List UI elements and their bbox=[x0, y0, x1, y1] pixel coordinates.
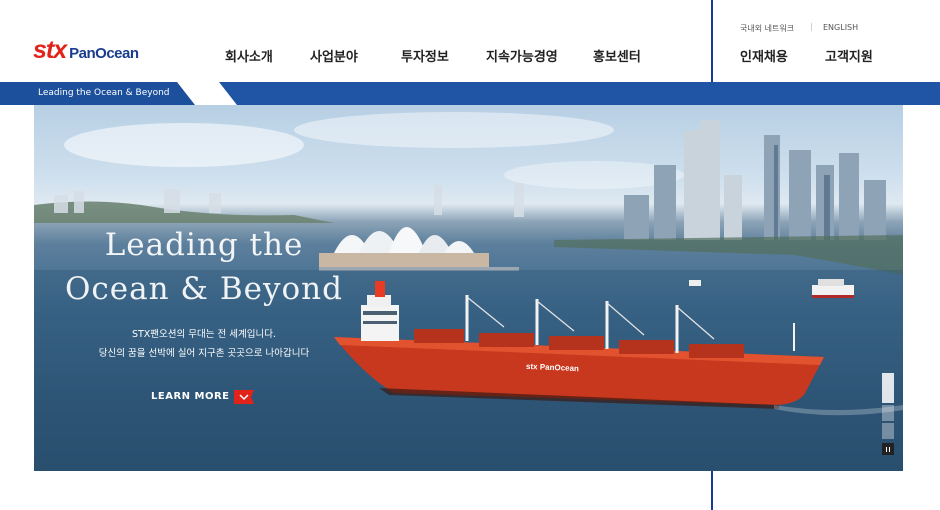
learn-more-button[interactable]: LEARN MORE bbox=[151, 389, 255, 404]
hero-title-line1: Leading the bbox=[104, 227, 304, 263]
global-network-link[interactable]: 국내외 네트워크 bbox=[740, 23, 794, 34]
english-link[interactable]: ENGLISH bbox=[823, 23, 858, 32]
hero-desc-line1: STX팬오션의 무대는 전 세계입니다. bbox=[131, 329, 277, 340]
nav-item-pr-center[interactable]: 홍보센터 bbox=[593, 46, 641, 65]
nav-item-sustainability[interactable]: 지속가능경영 bbox=[486, 46, 558, 65]
footer-divider bbox=[711, 471, 713, 510]
site-header: stx PanOcean 회사소개 사업분야 투자정보 지속가능경영 홍보센터 … bbox=[0, 0, 940, 82]
pause-icon[interactable] bbox=[882, 443, 894, 455]
tagline-text: Leading the Ocean & Beyond bbox=[38, 88, 170, 98]
slide-indicator-1[interactable] bbox=[882, 373, 894, 403]
hero-title: Leading the Ocean & Beyond bbox=[34, 223, 374, 311]
nav-item-business[interactable]: 사업분야 bbox=[310, 46, 358, 65]
slider-controls bbox=[882, 373, 894, 455]
hero-description: STX팬오션의 무대는 전 세계입니다. 당신의 꿈을 선박에 실어 지구촌 곳… bbox=[74, 325, 334, 363]
logo-stx-text: stx bbox=[33, 36, 67, 64]
support-link[interactable]: 고객지원 bbox=[825, 46, 873, 65]
hero-desc-line2: 당신의 꿈을 선박에 실어 지구촌 곳곳으로 나아갑니다 bbox=[98, 348, 310, 359]
arrow-down-icon bbox=[234, 389, 255, 404]
logo-panocean-text: PanOcean bbox=[69, 45, 139, 62]
slide-indicator-2[interactable] bbox=[882, 405, 894, 421]
nav-item-investor[interactable]: 투자정보 bbox=[401, 46, 449, 65]
slide-indicator-3[interactable] bbox=[882, 423, 894, 439]
util-separator: | bbox=[810, 22, 813, 31]
nav-item-company[interactable]: 회사소개 bbox=[225, 46, 273, 65]
learn-more-label: LEARN MORE bbox=[151, 390, 230, 402]
hero-banner: stx PanOcean Leading the Ocean & Beyond … bbox=[34, 105, 903, 471]
hero-title-line2: Ocean & Beyond bbox=[65, 271, 343, 307]
logo[interactable]: stx PanOcean bbox=[33, 38, 139, 63]
header-divider bbox=[711, 0, 713, 82]
recruit-link[interactable]: 인재채용 bbox=[740, 46, 788, 65]
tagline-strip: Leading the Ocean & Beyond bbox=[0, 82, 940, 105]
